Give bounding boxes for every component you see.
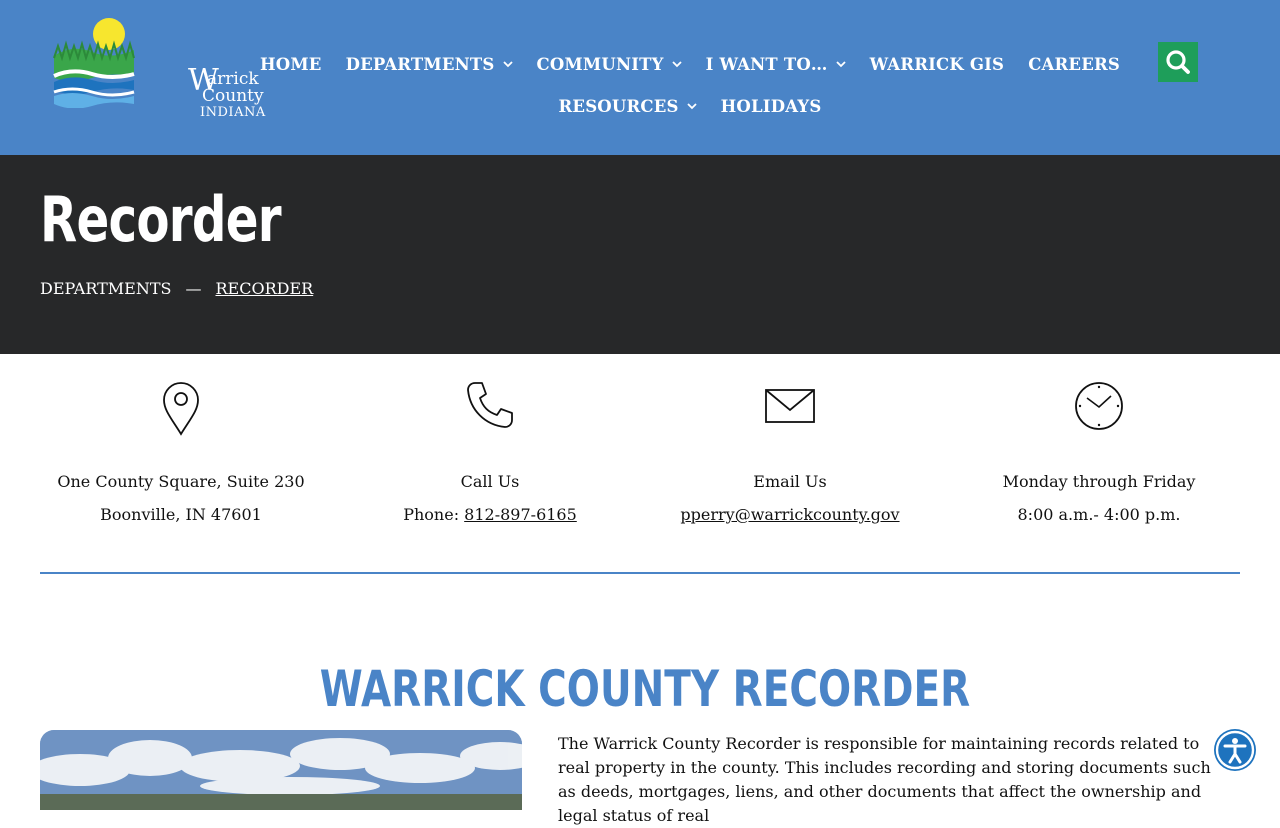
nav-warrick-gis-label: WARRICK GIS [869, 54, 1005, 74]
page-title: Recorder [40, 183, 282, 256]
nav-resources[interactable]: RESOURCES [559, 97, 697, 116]
site-header: W arrick County INDIANA HOME DEPARTMENTS… [0, 0, 1280, 155]
intro-paragraph: The Warrick County Recorder is responsib… [558, 734, 1211, 825]
phone-prefix: Phone: [403, 505, 465, 524]
section-title-text: WARRICK COUNTY RECORDER [319, 659, 971, 718]
section-divider [40, 572, 1240, 574]
breadcrumb-separator: — [185, 279, 202, 298]
sky-clouds-image [40, 730, 522, 810]
contact-strip: One County Square, Suite 230 Boonville, … [40, 380, 1240, 540]
nav-community-label: COMMUNITY [536, 54, 664, 74]
nav-row-1: HOME DEPARTMENTS COMMUNITY I WANT TO… WA… [260, 46, 1120, 82]
nav-row-2: RESOURCES HOLIDAYS [280, 88, 1100, 124]
envelope-icon [765, 389, 815, 423]
phone-number-link[interactable]: 812-897-6165 [464, 505, 577, 524]
chevron-down-icon [686, 103, 697, 110]
nav-holidays[interactable]: HOLIDAYS [721, 97, 822, 116]
accessibility-button[interactable] [1214, 729, 1256, 771]
nav-careers[interactable]: CAREERS [1028, 55, 1120, 74]
hours-days: Monday through Friday [1002, 472, 1196, 491]
phone-icon [467, 382, 513, 428]
search-button[interactable] [1158, 42, 1198, 82]
email-line: pperry@warrickcounty.gov [640, 505, 940, 524]
address-line2: Boonville, IN 47601 [100, 505, 262, 524]
search-icon [1166, 50, 1190, 74]
contact-hours: Monday through Friday 8:00 a.m.- 4:00 p.… [949, 380, 1249, 524]
nav-departments[interactable]: DEPARTMENTS [346, 55, 513, 74]
address-line1: One County Square, Suite 230 [57, 472, 305, 491]
email-heading: Email Us [753, 472, 827, 491]
nav-i-want-to-label: I WANT TO… [705, 54, 828, 74]
phone-heading: Call Us [460, 472, 520, 491]
section-title: WARRICK COUNTY RECORDER [0, 660, 1280, 718]
landscape-photo [40, 730, 522, 810]
page-hero: Recorder DEPARTMENTS — RECORDER [0, 155, 1280, 354]
nav-home[interactable]: HOME [260, 55, 322, 74]
breadcrumb: DEPARTMENTS — RECORDER [40, 279, 313, 298]
hours-times: 8:00 a.m.- 4:00 p.m. [1017, 505, 1181, 524]
site-logo[interactable]: W arrick County INDIANA [52, 16, 265, 119]
chevron-down-icon [671, 61, 682, 68]
email-link[interactable]: pperry@warrickcounty.gov [680, 505, 899, 524]
clock-icon [1075, 382, 1123, 430]
nav-careers-label: CAREERS [1028, 54, 1121, 74]
nav-warrick-gis[interactable]: WARRICK GIS [870, 55, 1005, 74]
logo-county: County [202, 86, 264, 106]
logo-graphic-icon [53, 18, 135, 109]
nav-community[interactable]: COMMUNITY [537, 55, 682, 74]
accessibility-icon [1215, 730, 1255, 770]
breadcrumb-departments[interactable]: DEPARTMENTS [40, 279, 172, 298]
main-nav: HOME DEPARTMENTS COMMUNITY I WANT TO… WA… [260, 46, 1120, 130]
nav-holidays-label: HOLIDAYS [720, 96, 822, 116]
nav-resources-label: RESOURCES [558, 96, 679, 116]
contact-email: Email Us pperry@warrickcounty.gov [640, 380, 940, 524]
map-pin-icon [163, 382, 199, 436]
chevron-down-icon [835, 61, 846, 68]
nav-home-label: HOME [259, 54, 322, 74]
phone-line: Phone: 812-897-6165 [340, 505, 640, 524]
breadcrumb-recorder[interactable]: RECORDER [216, 279, 314, 298]
nav-i-want-to[interactable]: I WANT TO… [706, 55, 846, 74]
nav-departments-label: DEPARTMENTS [345, 54, 495, 74]
logo-indiana: INDIANA [200, 105, 266, 120]
contact-phone: Call Us Phone: 812-897-6165 [340, 380, 640, 524]
contact-address: One County Square, Suite 230 Boonville, … [31, 380, 331, 524]
chevron-down-icon [502, 61, 513, 68]
